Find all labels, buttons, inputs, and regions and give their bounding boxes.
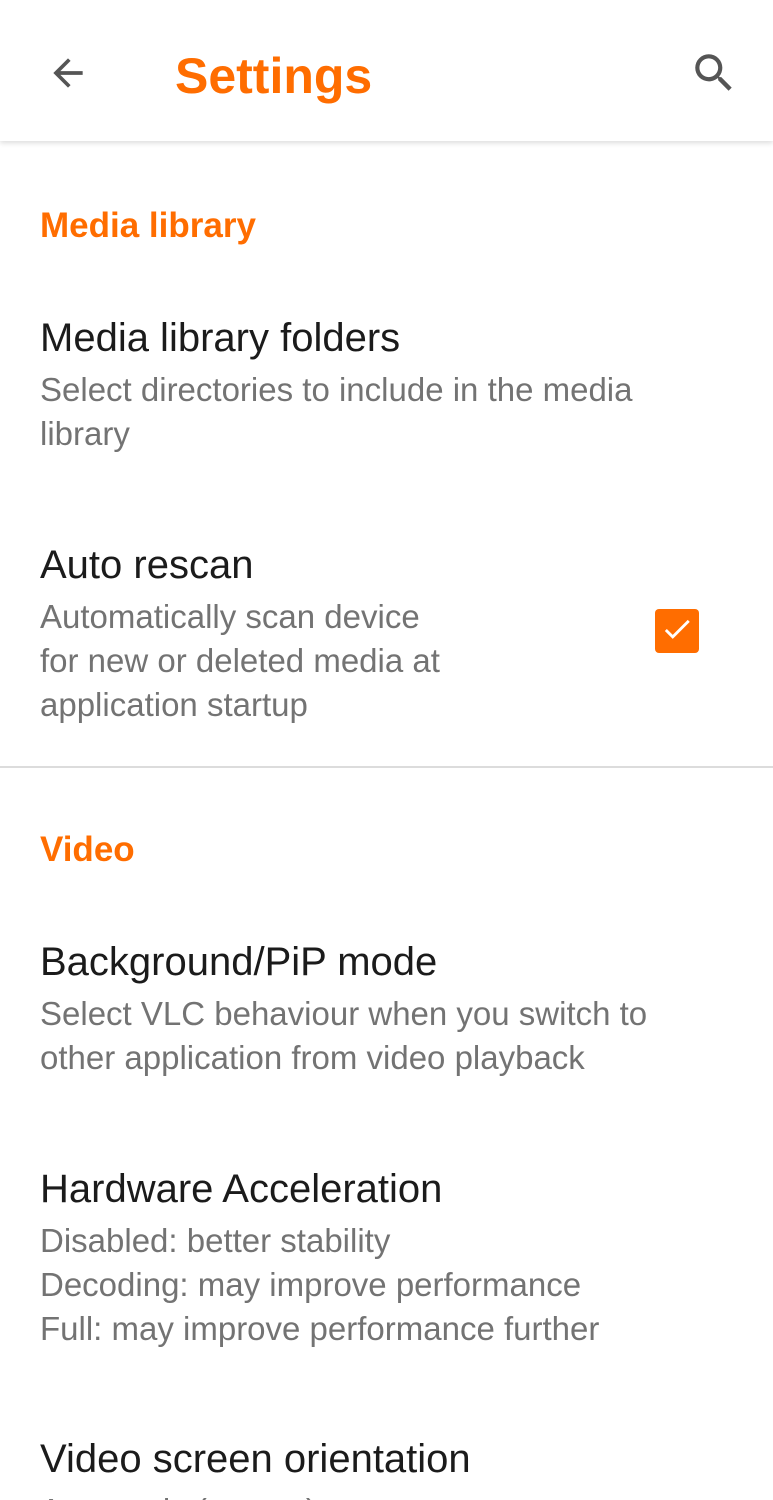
search-button[interactable] bbox=[682, 43, 746, 107]
pref-summary: Select directories to include in the med… bbox=[40, 371, 633, 452]
section-divider bbox=[0, 766, 773, 768]
pref-background-pip-mode[interactable]: Background/PiP mode Select VLC behaviour… bbox=[0, 936, 773, 1096]
auto-rescan-checkbox[interactable] bbox=[655, 609, 699, 653]
pref-video-screen-orientation[interactable]: Video screen orientation Automatic (sens… bbox=[0, 1433, 773, 1500]
pref-title: Video screen orientation bbox=[40, 1437, 471, 1481]
app-bar: Settings bbox=[0, 0, 773, 141]
settings-screen: Settings Media library Media library fol… bbox=[0, 0, 773, 1500]
pref-summary: Select VLC behaviour when you switch to … bbox=[40, 995, 648, 1076]
pref-media-library-folders[interactable]: Media library folders Select directories… bbox=[0, 312, 773, 477]
pref-summary: Automatically scan device for new or del… bbox=[40, 598, 440, 723]
checkmark-icon bbox=[660, 612, 694, 651]
section-header-media-library: Media library bbox=[40, 206, 256, 245]
section-header-video: Video bbox=[40, 830, 135, 869]
pref-summary: Automatic (sensor) bbox=[40, 1489, 317, 1500]
page-title: Settings bbox=[175, 48, 373, 104]
pref-hardware-acceleration[interactable]: Hardware Acceleration Disabled: better s… bbox=[0, 1163, 773, 1368]
back-button[interactable] bbox=[36, 43, 100, 107]
pref-title: Auto rescan bbox=[40, 543, 254, 587]
search-icon bbox=[689, 48, 739, 103]
pref-title: Media library folders bbox=[40, 316, 401, 360]
arrow-back-icon bbox=[46, 51, 90, 100]
pref-title: Hardware Acceleration bbox=[40, 1167, 443, 1211]
pref-summary: Disabled: better stability Decoding: may… bbox=[40, 1222, 600, 1347]
pref-title: Background/PiP mode bbox=[40, 940, 438, 984]
